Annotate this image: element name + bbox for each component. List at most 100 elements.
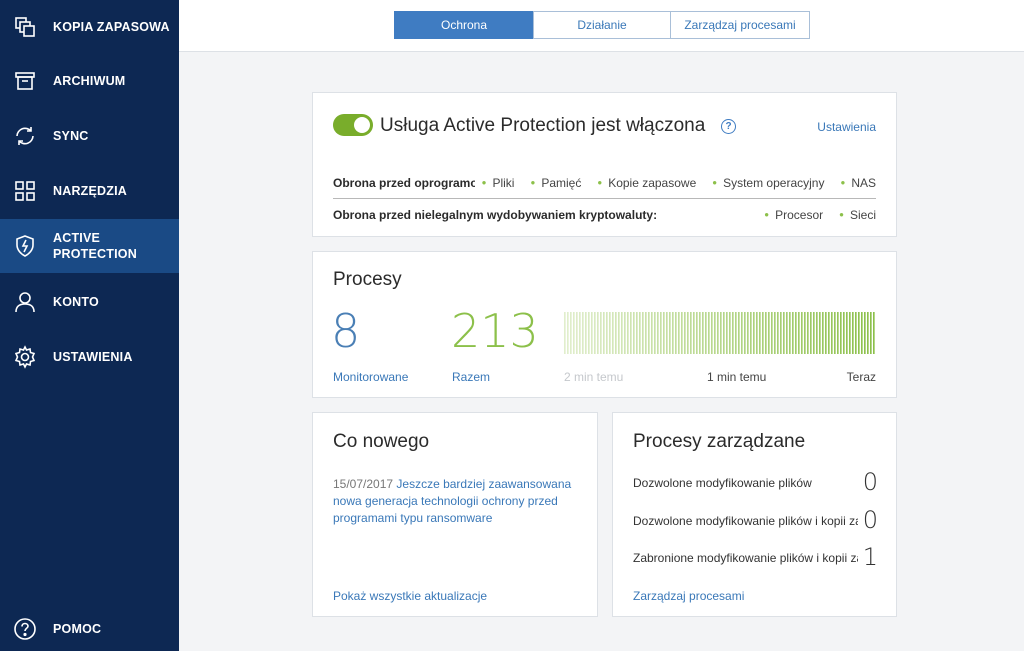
processes-card: Procesy 8 Monitorowane 213 Razem 2 min t…	[312, 251, 897, 398]
protected-item: Kopie zapasowe	[597, 176, 696, 190]
sidebar-item-help[interactable]: POMOC	[0, 602, 179, 651]
sidebar-item-settings[interactable]: USTAWIENIA	[0, 330, 179, 384]
activity-bar	[621, 312, 623, 354]
sidebar-item-label: KONTO	[53, 295, 99, 309]
cryptomining-protection-row: Obrona przed nielegalnym wydobywaniem kr…	[333, 205, 876, 225]
managed-row-label: Dozwolone modyfikowanie plików i kopii z…	[633, 514, 858, 528]
activity-bar	[789, 312, 791, 354]
activity-bar	[762, 312, 764, 354]
tab-activity[interactable]: Działanie	[533, 11, 671, 39]
managed-row: Dozwolone modyfikowanie plików 0	[633, 468, 878, 496]
managed-row-label: Dozwolone modyfikowanie plików	[633, 476, 812, 490]
tab-manage-processes[interactable]: Zarządzaj procesami	[670, 11, 810, 39]
protected-item: NAS	[840, 176, 876, 190]
activity-bar	[750, 312, 752, 354]
activity-bar	[795, 312, 797, 354]
activity-bar	[636, 312, 638, 354]
protection-title: Usługa Active Protection jest włączona	[380, 115, 706, 136]
sidebar-item-label: SYNC	[53, 129, 89, 143]
total-label: Razem	[452, 370, 491, 384]
activity-bar	[678, 312, 680, 354]
activity-bar	[768, 312, 770, 354]
activity-bar	[663, 312, 665, 354]
activity-bar	[696, 312, 698, 354]
activity-bar	[702, 312, 704, 354]
activity-bar	[630, 312, 632, 354]
protected-item: Procesor	[764, 208, 823, 222]
activity-bar	[729, 312, 731, 354]
protected-item: Pamięć	[530, 176, 581, 190]
activity-bar	[822, 312, 824, 354]
activity-bar	[852, 312, 854, 354]
cryptomining-label: Obrona przed nielegalnym wydobywaniem kr…	[333, 208, 658, 222]
question-icon[interactable]: ?	[721, 119, 736, 134]
time-label-2min: 2 min temu	[564, 370, 624, 384]
total-count: 213	[451, 304, 539, 358]
activity-bar	[846, 312, 848, 354]
sidebar-item-label: ACTIVE PROTECTION	[53, 231, 137, 261]
activity-bar	[717, 312, 719, 354]
activity-bar	[639, 312, 641, 354]
managed-row-value: 0	[862, 468, 878, 496]
activity-bar	[615, 312, 617, 354]
activity-bar	[867, 312, 869, 354]
activity-bar	[690, 312, 692, 354]
managed-row-value: 0	[862, 506, 878, 534]
top-tab-bar: Ochrona Działanie Zarządzaj procesami	[179, 0, 1024, 52]
cryptomining-items: Procesor Sieci	[748, 208, 876, 222]
activity-bar	[645, 312, 647, 354]
activity-bar	[726, 312, 728, 354]
managed-row-label: Zabronione modyfikowanie plików i kopii …	[633, 551, 858, 565]
activity-bar	[801, 312, 803, 354]
sidebar-item-sync[interactable]: SYNC	[0, 109, 179, 163]
activity-bar	[585, 312, 587, 354]
news-entry[interactable]: 15/07/2017 Jeszcze bardziej zaawansowana…	[333, 476, 583, 527]
backup-copy-icon	[12, 14, 38, 40]
monitored-label: Monitorowane	[333, 370, 409, 384]
activity-bar	[591, 312, 593, 354]
activity-bar	[564, 312, 566, 354]
activity-bar	[597, 312, 599, 354]
show-all-updates-link[interactable]: Pokaż wszystkie aktualizacje	[333, 589, 487, 603]
activity-bar	[624, 312, 626, 354]
activity-bar	[849, 312, 851, 354]
sidebar-item-label: USTAWIENIA	[53, 350, 133, 364]
activity-bar	[819, 312, 821, 354]
activity-bar	[771, 312, 773, 354]
manage-processes-link[interactable]: Zarządzaj procesami	[633, 589, 744, 603]
activity-bar	[582, 312, 584, 354]
protection-status-card: Usługa Active Protection jest włączona ?…	[312, 92, 897, 237]
activity-bar	[684, 312, 686, 354]
sidebar-item-label: ARCHIWUM	[53, 74, 126, 88]
managed-processes-title: Procesy zarządzane	[633, 431, 806, 452]
activity-bar	[600, 312, 602, 354]
activity-bar	[747, 312, 749, 354]
protection-toggle[interactable]	[333, 114, 373, 136]
activity-bar	[774, 312, 776, 354]
shield-bolt-icon	[12, 233, 38, 259]
activity-bar	[777, 312, 779, 354]
whats-new-title: Co nowego	[333, 431, 430, 452]
activity-bar	[753, 312, 755, 354]
activity-bar	[873, 312, 875, 354]
sidebar-item-account[interactable]: KONTO	[0, 275, 179, 329]
activity-bar	[720, 312, 722, 354]
sync-icon	[12, 123, 38, 149]
settings-link[interactable]: Ustawienia	[817, 120, 876, 134]
sidebar-item-archive[interactable]: ARCHIWUM	[0, 54, 179, 108]
tab-protection[interactable]: Ochrona	[394, 11, 534, 39]
sidebar-item-active-protection[interactable]: ACTIVE PROTECTION	[0, 219, 179, 273]
activity-bar	[693, 312, 695, 354]
sidebar-item-label: NARZĘDZIA	[53, 184, 128, 198]
sidebar-item-backup[interactable]: KOPIA ZAPASOWA	[0, 0, 179, 54]
activity-bar	[654, 312, 656, 354]
activity-bar	[834, 312, 836, 354]
activity-bar	[864, 312, 866, 354]
activity-bar	[612, 312, 614, 354]
activity-bar	[609, 312, 611, 354]
ransomware-items: Pliki Pamięć Kopie zapasowe System opera…	[466, 176, 876, 190]
activity-bar	[660, 312, 662, 354]
activity-bar	[642, 312, 644, 354]
activity-bar	[831, 312, 833, 354]
sidebar-item-tools[interactable]: NARZĘDZIA	[0, 164, 179, 218]
